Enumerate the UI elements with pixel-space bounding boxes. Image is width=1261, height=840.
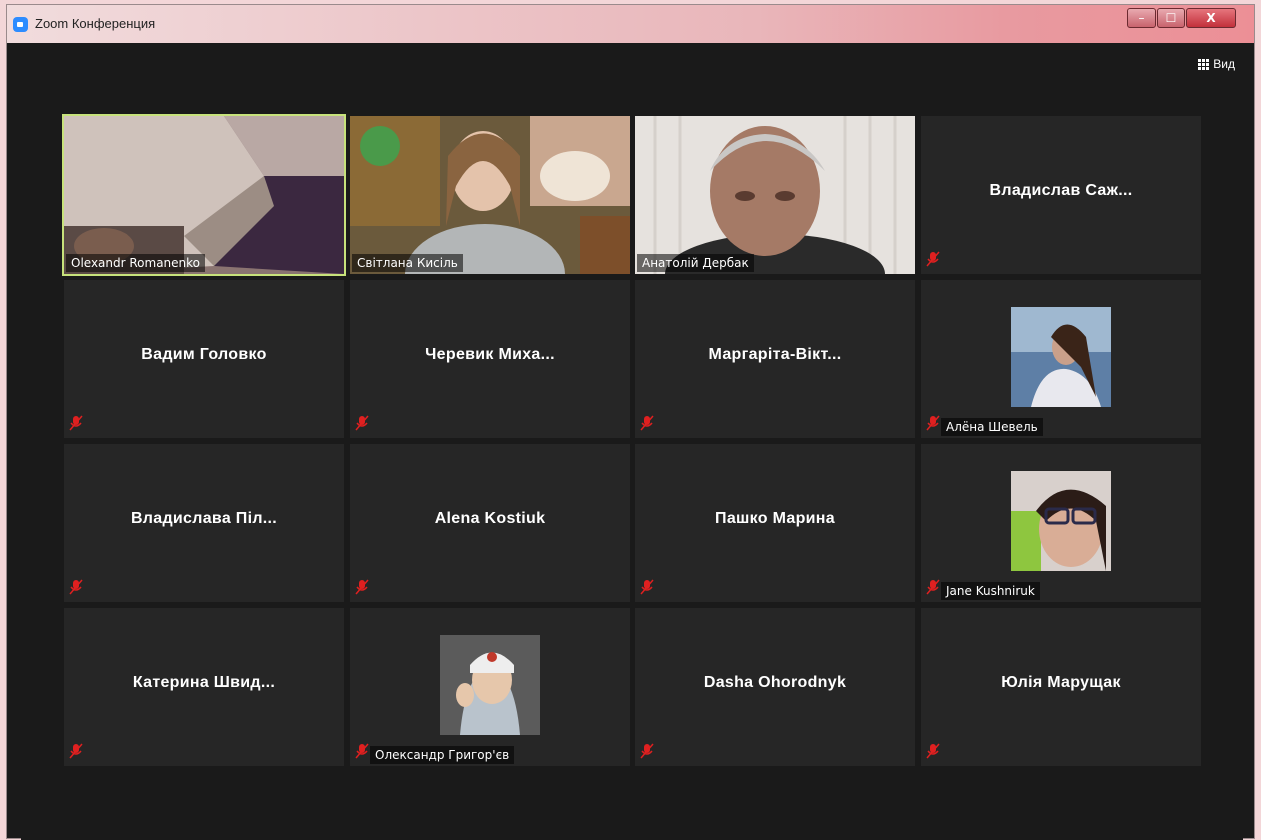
participant-video	[635, 116, 915, 274]
mic-muted-icon	[640, 415, 654, 431]
window-title: Zoom Конференция	[35, 16, 156, 31]
video-tile-vadym-holovko[interactable]: Вадим Головко	[64, 280, 344, 438]
participant-name: Маргаріта-Вікт...	[708, 346, 842, 363]
video-tile-vladyslava-pil[interactable]: Владислава Піл...	[64, 444, 344, 602]
participant-video	[350, 116, 630, 274]
mic-muted-icon	[640, 579, 654, 595]
participant-name: Владислава Піл...	[130, 510, 278, 527]
view-button[interactable]: Вид	[1198, 57, 1235, 71]
video-tile-alena-shevel[interactable]: Алёна Шевель	[921, 280, 1201, 438]
video-tile-anatolii-derbak[interactable]: Анатолій Дербак	[635, 116, 915, 274]
mic-muted-icon	[69, 415, 83, 431]
zoom-app-icon	[13, 17, 28, 32]
video-tile-kateryna-shvyd[interactable]: Катерина Швид...	[64, 608, 344, 766]
participant-name: Alena Kostiuk	[434, 510, 546, 527]
participant-name: Пашко Марина	[715, 510, 835, 527]
video-tile-dasha-ohorodnyk[interactable]: Dasha Ohorodnyk	[635, 608, 915, 766]
close-icon: X	[1206, 11, 1216, 25]
video-tile-pashko-maryna[interactable]: Пашко Марина	[635, 444, 915, 602]
video-tile-jane-kushniruk[interactable]: Jane Kushniruk	[921, 444, 1201, 602]
mic-muted-icon	[355, 579, 369, 595]
mic-muted-icon	[926, 579, 940, 595]
video-tile-svitlana-kysil[interactable]: Світлана Кисіль	[350, 116, 630, 274]
maximize-icon: ☐	[1165, 11, 1177, 25]
participant-name: Вадим Головко	[141, 346, 267, 363]
participant-avatar	[1011, 307, 1111, 407]
participant-name: Юлія Марущак	[1001, 674, 1121, 691]
mic-muted-icon	[355, 415, 369, 431]
mic-muted-icon	[926, 415, 940, 431]
participant-name: Катерина Швид...	[132, 674, 276, 691]
participant-name: Олександр Григор'єв	[370, 746, 515, 764]
video-tile-oleksandr-hryhoriev[interactable]: Олександр Григор'єв	[350, 608, 630, 766]
minimize-icon: –	[1138, 11, 1145, 25]
participant-name: Olexandr Romanenko	[66, 254, 206, 272]
participant-avatar	[1011, 471, 1111, 571]
gallery-view: Вид Olexandr Romanenko Світлана Кисіль А…	[21, 43, 1243, 840]
participant-name: Світлана Кисіль	[352, 254, 463, 272]
participant-avatar	[440, 635, 540, 735]
participant-name: Jane Kushniruk	[941, 582, 1040, 600]
video-tile-alena-kostiuk[interactable]: Alena Kostiuk	[350, 444, 630, 602]
video-tile-olexandr-romanenko[interactable]: Olexandr Romanenko	[62, 114, 346, 276]
mic-muted-icon	[69, 743, 83, 759]
mic-muted-icon	[926, 251, 940, 267]
minimize-button[interactable]: –	[1127, 8, 1156, 28]
title-bar[interactable]: Zoom Конференция – ☐ X	[7, 5, 1254, 43]
close-button[interactable]: X	[1186, 8, 1236, 28]
video-tile-yuliia-marushchak[interactable]: Юлія Марущак	[921, 608, 1201, 766]
mic-muted-icon	[640, 743, 654, 759]
mic-muted-icon	[926, 743, 940, 759]
participant-name: Алёна Шевель	[941, 418, 1043, 436]
participant-name: Анатолій Дербак	[637, 254, 754, 272]
mic-muted-icon	[69, 579, 83, 595]
participant-name: Dasha Ohorodnyk	[703, 674, 847, 691]
zoom-window: Zoom Конференция – ☐ X Вид Olexandr Roma…	[6, 4, 1255, 840]
mic-muted-icon	[355, 743, 369, 759]
video-tile-cherevyk-mykha[interactable]: Черевик Миха...	[350, 280, 630, 438]
video-tile-vladyslav-sazh[interactable]: Владислав Саж...	[921, 116, 1201, 274]
maximize-button[interactable]: ☐	[1157, 8, 1185, 28]
video-tile-marharita-vikt[interactable]: Маргаріта-Вікт...	[635, 280, 915, 438]
participant-name: Черевик Миха...	[425, 346, 555, 363]
grid-icon	[1198, 58, 1210, 70]
participant-video	[64, 116, 344, 274]
participant-name: Владислав Саж...	[989, 182, 1133, 199]
view-button-label: Вид	[1213, 57, 1235, 71]
